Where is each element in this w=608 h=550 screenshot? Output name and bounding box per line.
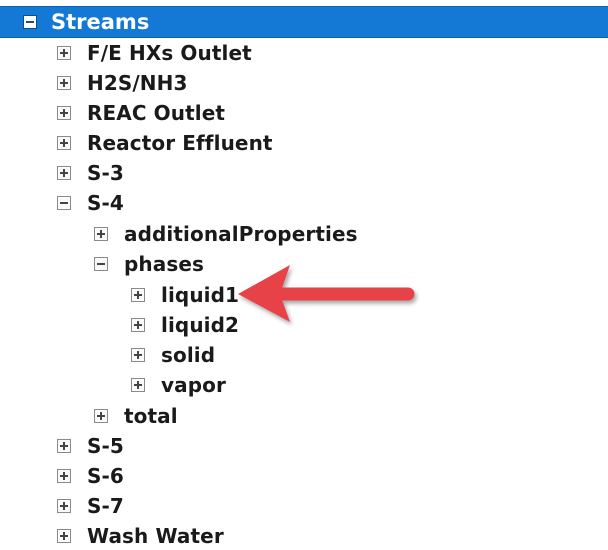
tree-node-fe-hxs-outlet[interactable]: F/E HXs Outlet	[57, 38, 252, 68]
tree-node-reac-outlet[interactable]: REAC Outlet	[57, 98, 225, 128]
tree-node-label: vapor	[161, 373, 226, 397]
tree-node-label: REAC Outlet	[87, 101, 226, 125]
collapse-toggle-icon[interactable]	[57, 196, 71, 210]
expand-toggle-icon[interactable]	[94, 409, 108, 423]
tree-node-s-5[interactable]: S-5	[57, 431, 124, 461]
tree-node-label: H2S/NH3	[87, 71, 188, 95]
tree-node-liquid2[interactable]: liquid2	[131, 310, 239, 340]
collapse-toggle-icon[interactable]	[94, 257, 108, 271]
tree-node-label: phases	[124, 252, 205, 276]
tree-node-label: total	[124, 404, 178, 428]
tree-node-phases[interactable]: phases	[94, 249, 204, 279]
tree-node-vapor[interactable]: vapor	[131, 370, 226, 400]
tree-node-label: liquid2	[161, 313, 240, 337]
tree-node-wash-water[interactable]: Wash Water	[57, 521, 224, 550]
expand-toggle-icon[interactable]	[57, 136, 71, 150]
expand-toggle-icon[interactable]	[57, 46, 71, 60]
tree-node-label: liquid1	[161, 283, 240, 307]
tree-node-label: additionalProperties	[124, 222, 358, 246]
expand-toggle-icon[interactable]	[57, 529, 71, 543]
tree-node-label: Reactor Effluent	[87, 131, 273, 155]
tree-node-label: S-3	[87, 161, 124, 185]
tree-node-label: S-5	[87, 434, 124, 458]
tree-node-h2s-nh3[interactable]: H2S/NH3	[57, 68, 187, 98]
tree-node-label: Wash Water	[87, 524, 224, 548]
tree-node-label: F/E HXs Outlet	[87, 41, 252, 65]
expand-toggle-icon[interactable]	[131, 288, 145, 302]
tree-node-reactor-effluent[interactable]: Reactor Effluent	[57, 128, 273, 158]
tree-node-s-7[interactable]: S-7	[57, 491, 124, 521]
tree-node-liquid1[interactable]: liquid1	[131, 280, 239, 310]
tree-node-label: S-7	[87, 494, 124, 518]
expand-toggle-icon[interactable]	[94, 227, 108, 241]
tree-node-s-3[interactable]: S-3	[57, 158, 124, 188]
expand-toggle-icon[interactable]	[57, 469, 71, 483]
tree-node-s-6[interactable]: S-6	[57, 461, 124, 491]
expand-toggle-icon[interactable]	[131, 378, 145, 392]
tree-node-label: S-6	[87, 464, 124, 488]
expand-toggle-icon[interactable]	[57, 166, 71, 180]
tree-node-label: solid	[161, 343, 216, 367]
collapse-toggle-icon[interactable]	[23, 15, 37, 29]
expand-toggle-icon[interactable]	[57, 439, 71, 453]
tree-root-label[interactable]: Streams	[51, 7, 149, 37]
expand-toggle-icon[interactable]	[131, 348, 145, 362]
tree-node-s-4[interactable]: S-4	[57, 188, 124, 218]
tree-view: Streams F/E HXs Outlet H2S/NH3 REAC Outl…	[0, 0, 608, 550]
expand-toggle-icon[interactable]	[57, 76, 71, 90]
tree-node-label: S-4	[87, 191, 124, 215]
tree-node-solid[interactable]: solid	[131, 340, 215, 370]
tree-node-total[interactable]: total	[94, 401, 178, 431]
tree-node-additional-properties[interactable]: additionalProperties	[94, 219, 358, 249]
expand-toggle-icon[interactable]	[57, 106, 71, 120]
expand-toggle-icon[interactable]	[57, 499, 71, 513]
expand-toggle-icon[interactable]	[131, 318, 145, 332]
